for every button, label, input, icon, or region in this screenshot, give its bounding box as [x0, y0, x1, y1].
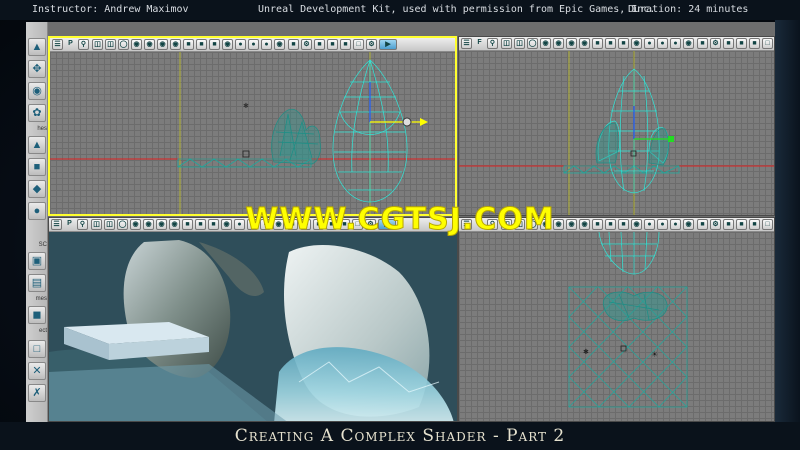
volume-button[interactable]: ◼ — [28, 306, 46, 324]
wireframe-icon[interactable]: ◫ — [501, 38, 512, 49]
perspective-render[interactable] — [49, 232, 457, 421]
gear-icon[interactable]: ⚙ — [301, 39, 312, 50]
lock-icon[interactable]: ⚲ — [78, 39, 89, 50]
cone-brush-button[interactable]: ▲ — [28, 136, 46, 154]
light-complexity-icon[interactable]: ◉ — [170, 39, 181, 50]
duration-text: Duration: 24 minutes — [628, 4, 749, 15]
perspective-viewport[interactable]: ☰ P ⚲ ◫ ◫ ◯ ◉ ◉ ◉ ◉ ■ ■ ■ ◉ ● ● ● ◉ ■ ⚙ … — [48, 217, 458, 422]
viewport-menu-icon[interactable]: ☰ — [52, 39, 63, 50]
foliage-tool-button[interactable]: ✿ — [28, 104, 46, 122]
lightmap-density-icon[interactable]: ■ — [209, 39, 220, 50]
front-viewport[interactable]: ☰ F ⚲ ◫ ◫ ◯ ◉ ◉ ◉ ◉ ■ ■ ■ ◉ ● ● ● ◉ ■ ⚙ … — [458, 217, 775, 422]
top-viewport-grid[interactable]: ✱ — [50, 52, 455, 214]
brush-wire-icon[interactable]: ◫ — [105, 39, 116, 50]
ortho-icon[interactable]: ■ — [288, 39, 299, 50]
brush-wire-icon[interactable]: ◫ — [514, 38, 525, 49]
top-viewport[interactable]: ☰ P ⚲ ◫ ◫ ◯ ◉ ◉ ◉ ◉ ■ ■ ■ ◉ ● ● ● ◉ ■ ⚙ … — [48, 36, 457, 216]
course-info-bar: Instructor: Andrew Maximov Unreal Develo… — [0, 0, 800, 20]
lighting-only-icon[interactable]: ◉ — [566, 38, 577, 49]
front-viewport-grid[interactable]: ✱ ☀ — [459, 232, 774, 421]
side-viewport-toolbar: ☰ F ⚲ ◫ ◫ ◯ ◉ ◉ ◉ ◉ ■ ■ ■ ◉ ● ● ● ◉ ■ ⚙ … — [459, 37, 774, 51]
volumes-label: mes — [35, 296, 47, 302]
hide-selected-button[interactable]: ✕ — [28, 362, 46, 380]
play-icon[interactable]: ▶ — [379, 39, 397, 50]
csg-label: SC — [38, 242, 47, 248]
detail-icon[interactable]: ◉ — [144, 39, 155, 50]
light-complexity-icon[interactable]: ◉ — [579, 38, 590, 49]
gear-icon[interactable]: ⚙ — [710, 38, 721, 49]
select-label: ect — [38, 328, 47, 334]
select-tool-button[interactable]: ▲ — [28, 38, 46, 56]
sheet-brush-button[interactable]: ◆ — [28, 180, 46, 198]
unlit-icon[interactable]: ◯ — [118, 39, 129, 50]
svg-text:✱: ✱ — [583, 348, 589, 356]
collision-icon[interactable]: ● — [657, 38, 668, 49]
lit-icon[interactable]: ◉ — [540, 38, 551, 49]
realtime-icon[interactable]: ■ — [749, 38, 760, 49]
lesson-title-bar: Creating A Complex Shader - Part 2 — [0, 422, 800, 450]
eye-icon[interactable]: ◉ — [274, 39, 285, 50]
viewport-menu-icon[interactable]: ☰ — [461, 38, 472, 49]
texture-density-icon[interactable]: ■ — [183, 39, 194, 50]
realtime-icon[interactable]: ■ — [340, 39, 351, 50]
svg-text:☀: ☀ — [651, 350, 658, 359]
show-selected-button[interactable]: □ — [28, 340, 46, 358]
collision-icon[interactable]: ● — [248, 39, 259, 50]
lock-icon[interactable]: ⚲ — [487, 38, 498, 49]
move-tool-button[interactable]: ✥ — [28, 60, 46, 78]
terrain-tool-button[interactable]: ◉ — [28, 82, 46, 100]
stats-icon[interactable]: ■ — [314, 39, 325, 50]
csg-subtract-button[interactable]: ▤ — [28, 274, 46, 292]
detail-icon[interactable]: ◉ — [553, 38, 564, 49]
brushes-label: hes — [37, 126, 47, 132]
invert-selection-button[interactable]: ✗ — [28, 384, 46, 402]
viewport-type-label[interactable]: P — [65, 39, 76, 50]
lightmap-density-icon[interactable]: ■ — [618, 38, 629, 49]
game-view-icon[interactable]: ■ — [327, 39, 338, 50]
tools-icon[interactable]: ⚙ — [366, 39, 377, 50]
eye-icon[interactable]: ◉ — [683, 38, 694, 49]
lighting-only-icon[interactable]: ◉ — [157, 39, 168, 50]
cube-brush-button[interactable]: ■ — [28, 158, 46, 176]
unlit-icon[interactable]: ◯ — [527, 38, 538, 49]
light-icon[interactable]: ● — [235, 39, 246, 50]
game-view-icon[interactable]: ■ — [736, 38, 747, 49]
instructor-text: Instructor: Andrew Maximov — [32, 4, 189, 15]
maximize-icon[interactable]: □ — [353, 39, 364, 50]
ortho-icon[interactable]: ■ — [697, 38, 708, 49]
wireframe-icon[interactable]: ◫ — [92, 39, 103, 50]
svg-text:✱: ✱ — [243, 102, 249, 110]
texture-density-icon[interactable]: ■ — [592, 38, 603, 49]
shader-complexity-icon[interactable]: ■ — [196, 39, 207, 50]
viewport-type-label[interactable]: F — [474, 38, 485, 49]
watermark-text: WWW.CGTSJ.COM — [245, 202, 555, 238]
reflections-icon[interactable]: ◉ — [631, 38, 642, 49]
light-icon[interactable]: ● — [644, 38, 655, 49]
csg-add-button[interactable]: ▣ — [28, 252, 46, 270]
lit-icon[interactable]: ◉ — [131, 39, 142, 50]
kit-credit-text: Unreal Development Kit, used with permis… — [258, 4, 656, 15]
maximize-icon[interactable]: □ — [762, 38, 773, 49]
top-viewport-toolbar: ☰ P ⚲ ◫ ◫ ◯ ◉ ◉ ◉ ◉ ■ ■ ■ ◉ ● ● ● ◉ ■ ⚙ … — [50, 38, 455, 52]
lesson-title: Creating A Complex Shader - Part 2 — [234, 426, 566, 446]
reflections-icon[interactable]: ◉ — [222, 39, 233, 50]
side-viewport[interactable]: ☰ F ⚲ ◫ ◫ ◯ ◉ ◉ ◉ ◉ ■ ■ ■ ◉ ● ● ● ◉ ■ ⚙ … — [458, 36, 775, 216]
side-viewport-grid[interactable] — [459, 51, 774, 215]
sound-icon[interactable]: ● — [670, 38, 681, 49]
sound-icon[interactable]: ● — [261, 39, 272, 50]
shader-complexity-icon[interactable]: ■ — [605, 38, 616, 49]
stats-icon[interactable]: ■ — [723, 38, 734, 49]
